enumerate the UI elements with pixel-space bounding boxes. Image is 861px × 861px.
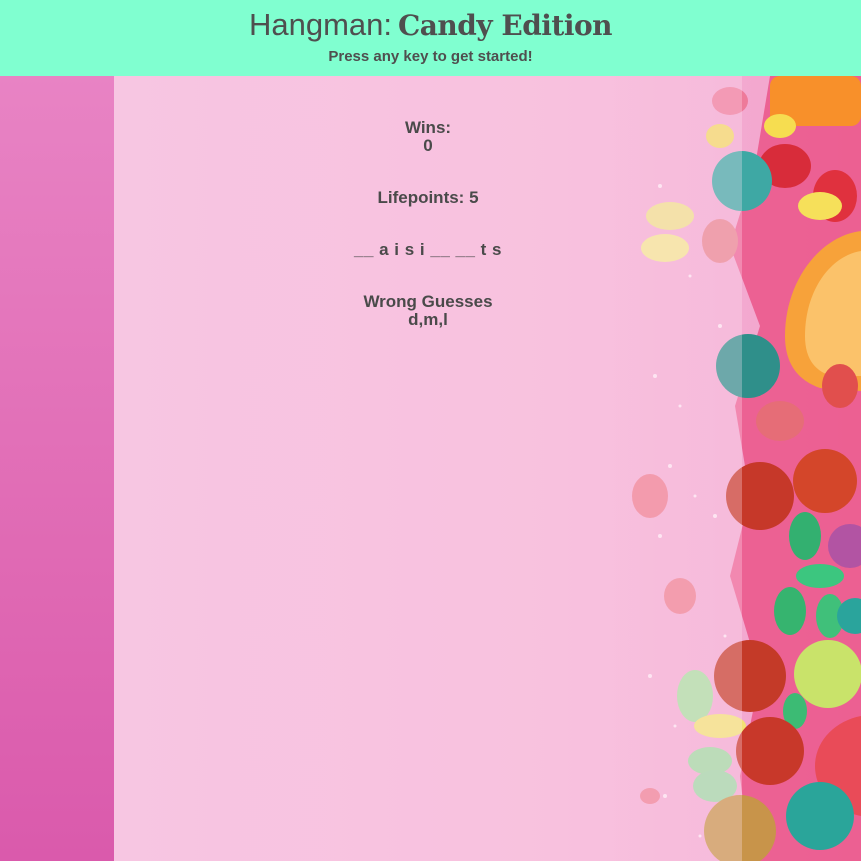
lifepoints-display: Lifepoints: 5 — [377, 188, 479, 207]
wrong-guesses: Wrong Guesses d,m,l — [114, 293, 742, 329]
title-main: Hangman: — [248, 7, 392, 42]
header: Hangman: Candy Edition Press any key to g… — [0, 0, 861, 76]
wrong-guesses-label: Wrong Guesses — [363, 292, 493, 311]
wins-label: Wins: — [404, 118, 452, 137]
title-accent: Candy Edition — [397, 9, 613, 42]
word-display: __ a i s i __ __ t s — [354, 240, 502, 259]
wins-counter: Wins: 0 — [114, 119, 742, 155]
game-panel: Wins: 0 Lifepoints: 5 __ a i s i __ __ t… — [114, 76, 742, 861]
subtitle: Press any key to get started! — [328, 48, 533, 65]
page-title: Hangman: Candy Edition — [0, 6, 861, 45]
wrong-guesses-value: d,m,l — [408, 310, 448, 329]
wins-value: 0 — [423, 136, 433, 155]
left-sidebar-panel — [0, 76, 114, 861]
